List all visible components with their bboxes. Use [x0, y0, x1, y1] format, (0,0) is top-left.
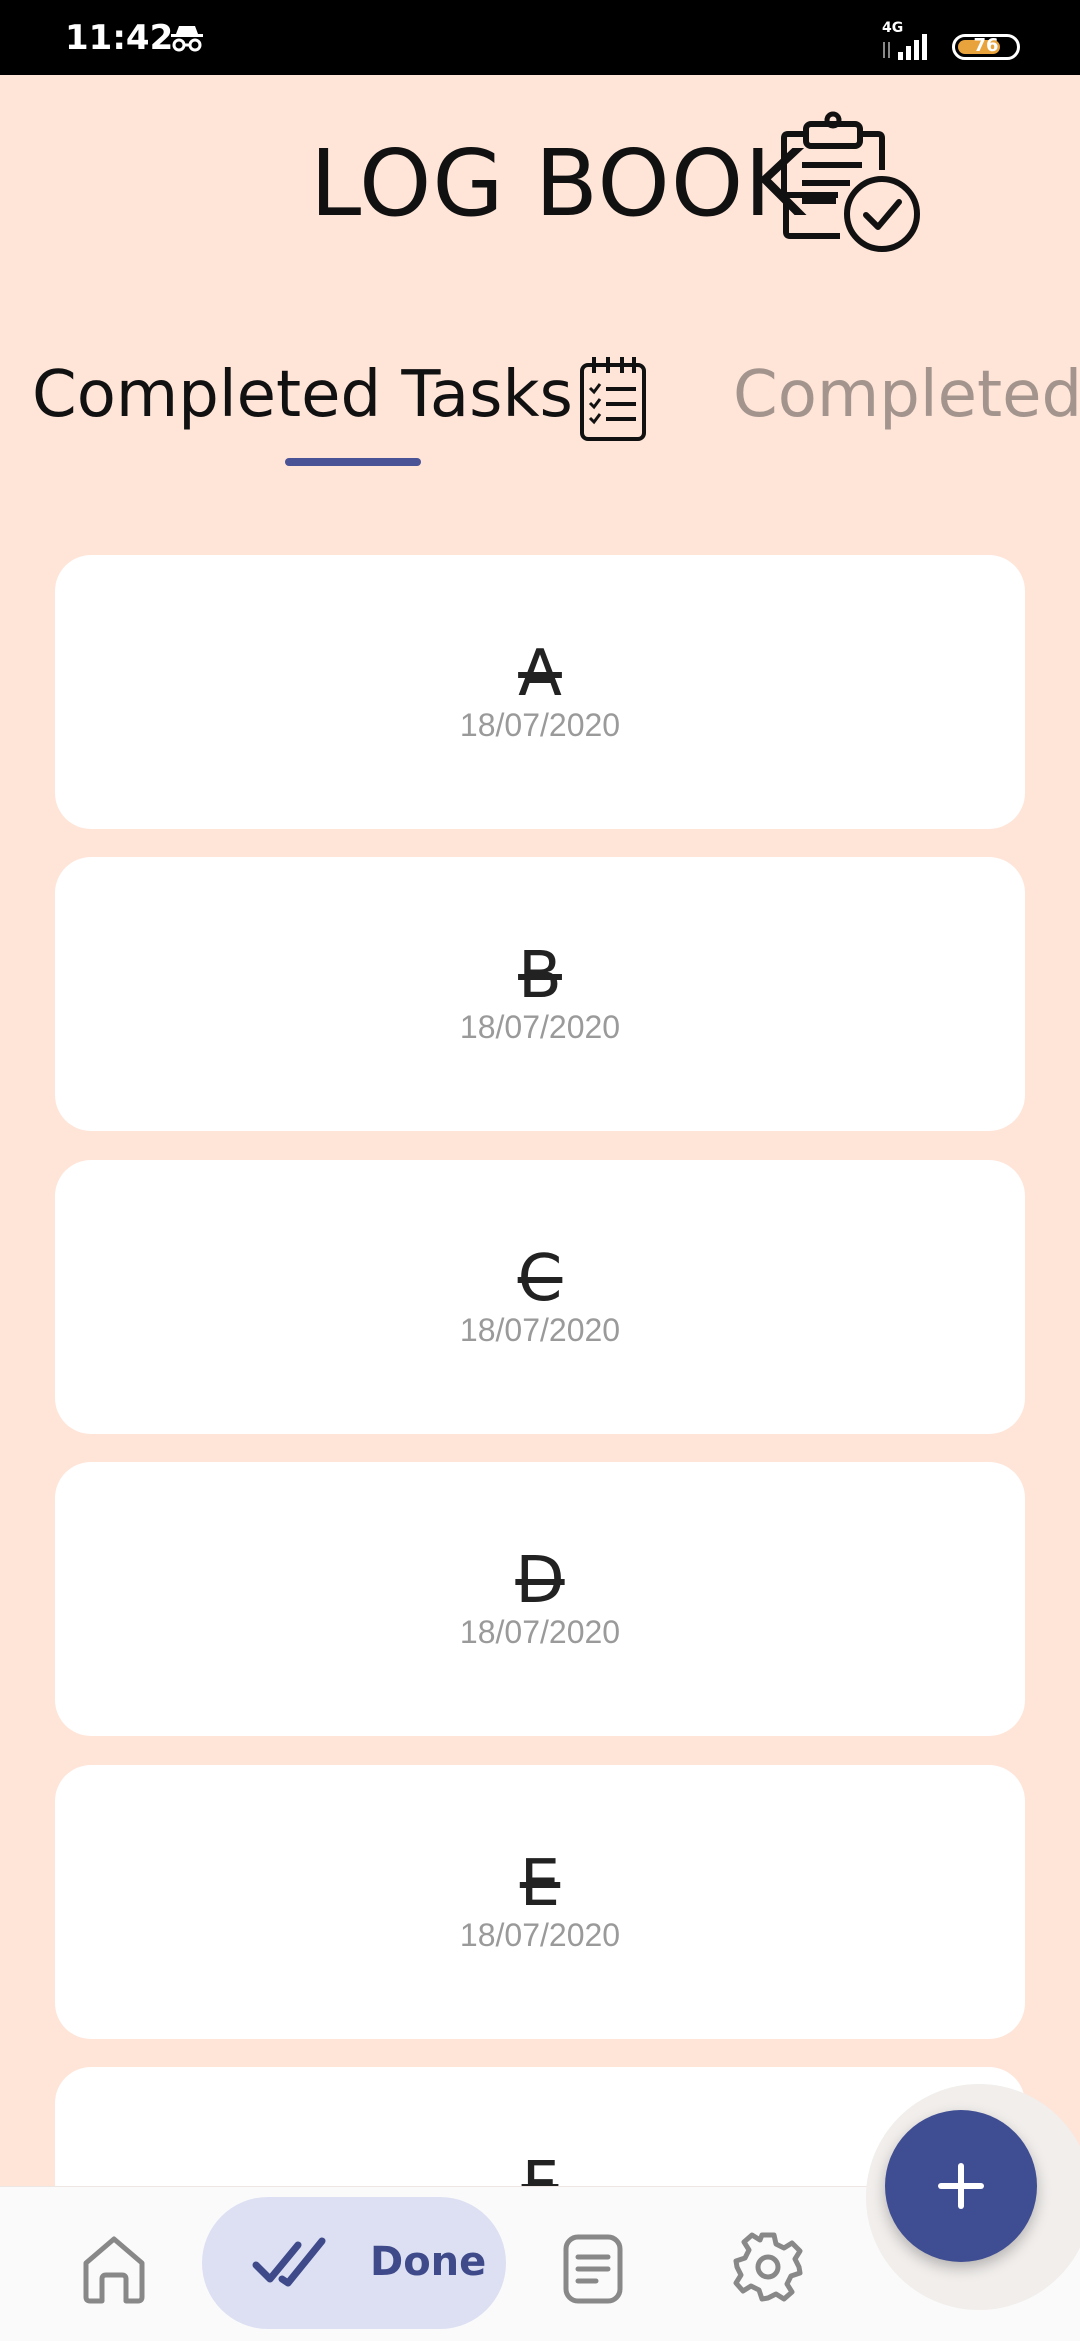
task-date: 18/07/2020	[459, 1614, 621, 1650]
tab-completed[interactable]: Completed	[733, 358, 1080, 432]
task-date: 18/07/2020	[459, 1312, 621, 1348]
home-icon[interactable]	[76, 2231, 152, 2312]
task-name: A	[518, 637, 562, 711]
page-title: LOG BOOK	[310, 130, 806, 237]
task-date: 18/07/2020	[459, 707, 621, 743]
task-card[interactable]: A 18/07/2020	[55, 555, 1025, 829]
task-name: D	[515, 1544, 565, 1618]
signal-icon: 4G	[880, 16, 940, 69]
active-tab-indicator	[285, 458, 421, 466]
incognito-icon	[168, 24, 206, 57]
notes-icon[interactable]	[560, 2231, 626, 2312]
notebook-icon[interactable]	[578, 355, 648, 448]
task-card[interactable]: C 18/07/2020	[55, 1160, 1025, 1434]
gear-icon[interactable]	[732, 2231, 804, 2308]
task-date: 18/07/2020	[459, 1009, 621, 1045]
task-date: 18/07/2020	[459, 1917, 621, 1953]
double-check-icon	[252, 2235, 332, 2296]
task-name: C	[517, 1242, 563, 1316]
clipboard-check-icon	[778, 110, 923, 260]
nav-done-label: Done	[370, 2239, 487, 2285]
task-card[interactable]: E 18/07/2020	[55, 1765, 1025, 2039]
task-card[interactable]: B 18/07/2020	[55, 857, 1025, 1131]
battery-level: 76	[973, 35, 999, 56]
task-name: E	[519, 1847, 561, 1921]
nav-done-button[interactable]: Done	[202, 2197, 506, 2329]
tab-completed-tasks[interactable]: Completed Tasks	[32, 358, 573, 432]
network-type: 4G	[882, 20, 903, 36]
battery-icon: 76	[952, 34, 1020, 60]
task-card[interactable]: D 18/07/2020	[55, 1462, 1025, 1736]
status-bar: 11:42 4G 76	[0, 0, 1080, 75]
task-name: B	[518, 939, 562, 1013]
status-time: 11:42	[65, 18, 174, 58]
plus-icon	[931, 2156, 991, 2221]
add-task-button[interactable]	[885, 2110, 1037, 2262]
